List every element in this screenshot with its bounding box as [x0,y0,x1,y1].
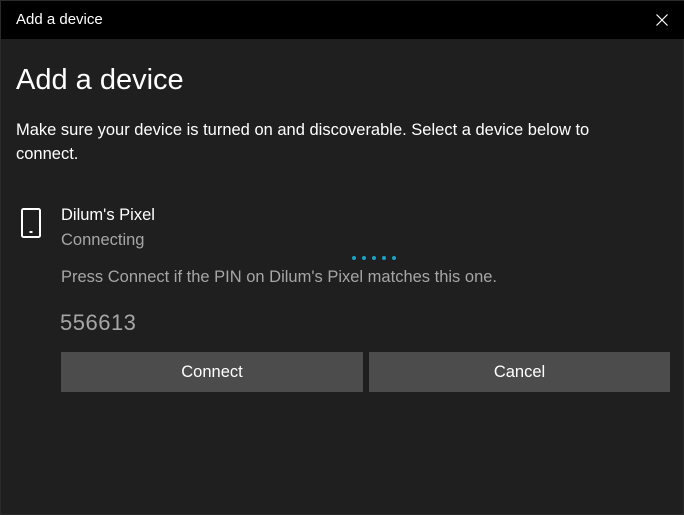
page-title: Add a device [16,64,184,96]
progress-dot [392,256,396,260]
close-button[interactable] [639,1,684,39]
progress-indicator [352,256,396,260]
pin-code: 556613 [60,310,137,335]
close-icon [656,14,668,26]
add-device-dialog: Add a device Add a device Make sure your… [0,0,684,515]
title-bar: Add a device [1,1,684,39]
progress-dot [382,256,386,260]
device-status: Connecting [61,231,145,249]
cancel-button[interactable]: Cancel [369,352,670,392]
window-title: Add a device [16,11,103,28]
device-name: Dilum's Pixel [61,206,155,224]
instructions-text: Make sure your device is turned on and d… [16,121,590,163]
pin-hint-text: Press Connect if the PIN on Dilum's Pixe… [61,268,498,286]
progress-dot [372,256,376,260]
connect-button[interactable]: Connect [61,352,363,392]
progress-dot [362,256,366,260]
smartphone-icon [21,208,41,238]
progress-dot [352,256,356,260]
